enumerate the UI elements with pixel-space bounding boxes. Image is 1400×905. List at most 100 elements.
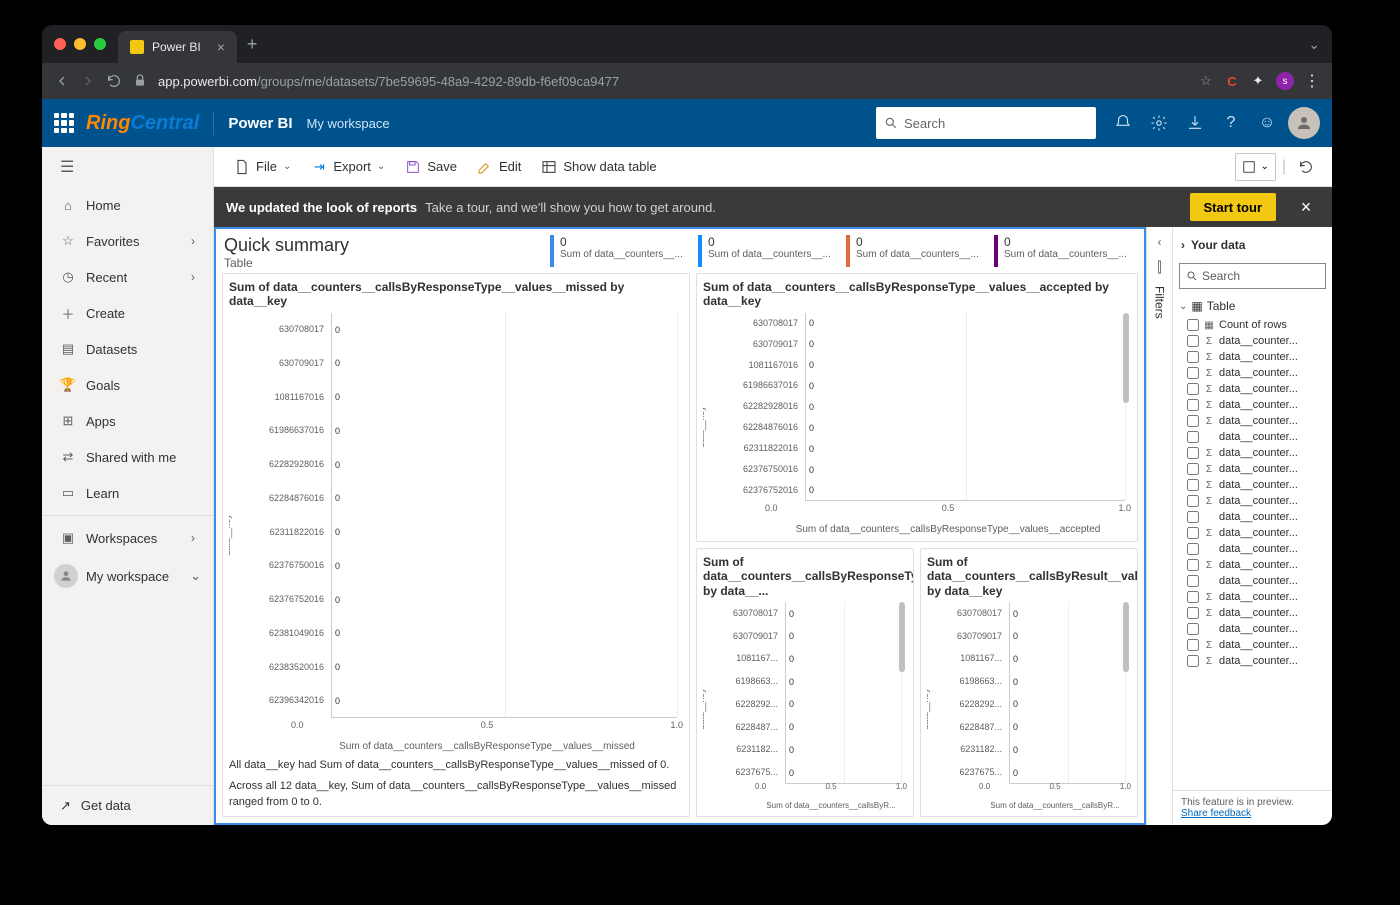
sidebar-item-apps[interactable]: ⊞Apps (42, 403, 213, 439)
extension-c-icon[interactable]: C (1224, 73, 1240, 89)
data-field[interactable]: data__counter... (1173, 509, 1332, 525)
file-button[interactable]: File⌄ (226, 151, 299, 183)
data-field[interactable]: Σdata__counter... (1173, 605, 1332, 621)
data-field[interactable]: data__counter... (1173, 429, 1332, 445)
start-tour-button[interactable]: Start tour (1190, 193, 1277, 221)
field-checkbox[interactable] (1187, 415, 1199, 427)
star-icon[interactable]: ☆ (1198, 73, 1214, 89)
save-button[interactable]: Save (397, 151, 465, 183)
data-field[interactable]: Σdata__counter... (1173, 413, 1332, 429)
data-field[interactable]: Σdata__counter... (1173, 397, 1332, 413)
back-button[interactable] (54, 73, 70, 89)
sidebar-item-myworkspace[interactable]: My workspace ⌄ (42, 556, 213, 596)
data-field[interactable]: Σdata__counter... (1173, 589, 1332, 605)
minimize-window-button[interactable] (74, 38, 86, 50)
sidebar-item-recent[interactable]: ◷Recent› (42, 259, 213, 295)
data-field[interactable]: Σdata__counter... (1173, 333, 1332, 349)
field-checkbox[interactable] (1187, 463, 1199, 475)
app-launcher-icon[interactable] (54, 113, 74, 133)
collapse-pane-icon[interactable]: › (1181, 238, 1185, 252)
field-checkbox[interactable] (1187, 543, 1199, 555)
field-checkbox[interactable] (1187, 591, 1199, 603)
sidebar-item-datasets[interactable]: ▤Datasets (42, 331, 213, 367)
url-display[interactable]: app.powerbi.com/groups/me/datasets/7be59… (158, 74, 619, 89)
field-checkbox[interactable] (1187, 623, 1199, 635)
close-window-button[interactable] (54, 38, 66, 50)
user-avatar[interactable] (1288, 107, 1320, 139)
data-table-node[interactable]: ⌄ ▦ Table (1173, 295, 1332, 317)
hamburger-menu-icon[interactable]: ☰ (42, 147, 213, 187)
data-field[interactable]: data__counter... (1173, 541, 1332, 557)
field-checkbox[interactable] (1187, 367, 1199, 379)
browser-menu-icon[interactable]: ⋮ (1304, 71, 1320, 91)
close-banner-button[interactable]: × (1292, 193, 1320, 221)
field-checkbox[interactable] (1187, 495, 1199, 507)
kpi-card[interactable]: 0Sum of data__counters__... (994, 235, 1136, 267)
field-checkbox[interactable] (1187, 655, 1199, 667)
sidebar-item-favorites[interactable]: ☆Favorites› (42, 223, 213, 259)
data-search-input[interactable]: Search (1179, 263, 1326, 289)
field-checkbox[interactable] (1187, 351, 1199, 363)
kpi-card[interactable]: 0Sum of data__counters__... (698, 235, 840, 267)
sidebar-item-learn[interactable]: ▭Learn (42, 475, 213, 511)
maximize-window-button[interactable] (94, 38, 106, 50)
edit-button[interactable]: Edit (469, 151, 529, 183)
field-checkbox[interactable] (1187, 399, 1199, 411)
reload-button[interactable] (106, 73, 122, 89)
field-checkbox[interactable] (1187, 383, 1199, 395)
field-checkbox[interactable] (1187, 559, 1199, 571)
field-checkbox[interactable] (1187, 575, 1199, 587)
field-checkbox[interactable] (1187, 431, 1199, 443)
sidebar-item-shared-with-me[interactable]: ⇄Shared with me (42, 439, 213, 475)
kpi-card[interactable]: 0Sum of data__counters__... (846, 235, 988, 267)
share-feedback-link[interactable]: Share feedback (1181, 808, 1251, 819)
sidebar-item-getdata[interactable]: ↗ Get data (42, 785, 213, 825)
profile-avatar[interactable]: s (1276, 72, 1294, 90)
data-field[interactable]: Σdata__counter... (1173, 445, 1332, 461)
chart-card-accepted[interactable]: Sum of data__counters__callsByResponseTy… (696, 273, 1138, 542)
field-checkbox[interactable] (1187, 527, 1199, 539)
kpi-card[interactable]: 0Sum of data__counters__... (550, 235, 692, 267)
sidebar-item-goals[interactable]: 🏆Goals (42, 367, 213, 403)
sidebar-item-home[interactable]: ⌂Home (42, 187, 213, 223)
data-field[interactable]: Σdata__counter... (1173, 637, 1332, 653)
chart-card-parkretrieval[interactable]: Sum of data__counters__callsByResponseTy… (696, 548, 914, 817)
data-field[interactable]: Σdata__counter... (1173, 477, 1332, 493)
data-field[interactable]: Σdata__counter... (1173, 349, 1332, 365)
sidebar-item-create[interactable]: ＋Create (42, 295, 213, 331)
data-field[interactable]: data__counter... (1173, 573, 1332, 589)
data-field[interactable]: Σdata__counter... (1173, 493, 1332, 509)
close-tab-icon[interactable]: × (217, 39, 225, 55)
field-checkbox[interactable] (1187, 479, 1199, 491)
feedback-icon[interactable]: ☺ (1258, 114, 1276, 132)
browser-tab[interactable]: Power BI × (118, 31, 237, 63)
view-dropdown[interactable]: ⌄ (1235, 153, 1275, 181)
data-field[interactable]: ▦Count of rows (1173, 317, 1332, 333)
show-data-table-button[interactable]: Show data table (533, 151, 664, 183)
sidebar-item-workspaces[interactable]: ▣ Workspaces › (42, 520, 213, 556)
search-input[interactable]: Search (876, 107, 1096, 139)
field-checkbox[interactable] (1187, 607, 1199, 619)
export-button[interactable]: ⇥Export⌄ (303, 151, 393, 183)
refresh-button[interactable] (1292, 153, 1320, 181)
new-tab-button[interactable]: + (247, 34, 258, 55)
field-checkbox[interactable] (1187, 639, 1199, 651)
workspace-breadcrumb[interactable]: My workspace (307, 116, 390, 131)
tabs-dropdown-icon[interactable]: ⌄ (1308, 36, 1320, 53)
help-icon[interactable]: ? (1222, 114, 1240, 132)
data-field[interactable]: Σdata__counter... (1173, 381, 1332, 397)
field-checkbox[interactable] (1187, 511, 1199, 523)
extensions-icon[interactable]: ✦ (1250, 73, 1266, 89)
notifications-icon[interactable] (1114, 114, 1132, 132)
data-field[interactable]: Σdata__counter... (1173, 557, 1332, 573)
data-field[interactable]: Σdata__counter... (1173, 365, 1332, 381)
chart-card-completed[interactable]: Sum of data__counters__callsByResult__va… (920, 548, 1138, 817)
settings-icon[interactable] (1150, 114, 1168, 132)
data-field[interactable]: Σdata__counter... (1173, 653, 1332, 669)
data-field[interactable]: Σdata__counter... (1173, 461, 1332, 477)
field-checkbox[interactable] (1187, 335, 1199, 347)
filters-rail[interactable]: ‹ ⫿ Filters (1146, 227, 1172, 825)
forward-button[interactable] (80, 73, 96, 89)
chart-card-missed[interactable]: Sum of data__counters__callsByResponseTy… (222, 273, 690, 817)
field-checkbox[interactable] (1187, 319, 1199, 331)
